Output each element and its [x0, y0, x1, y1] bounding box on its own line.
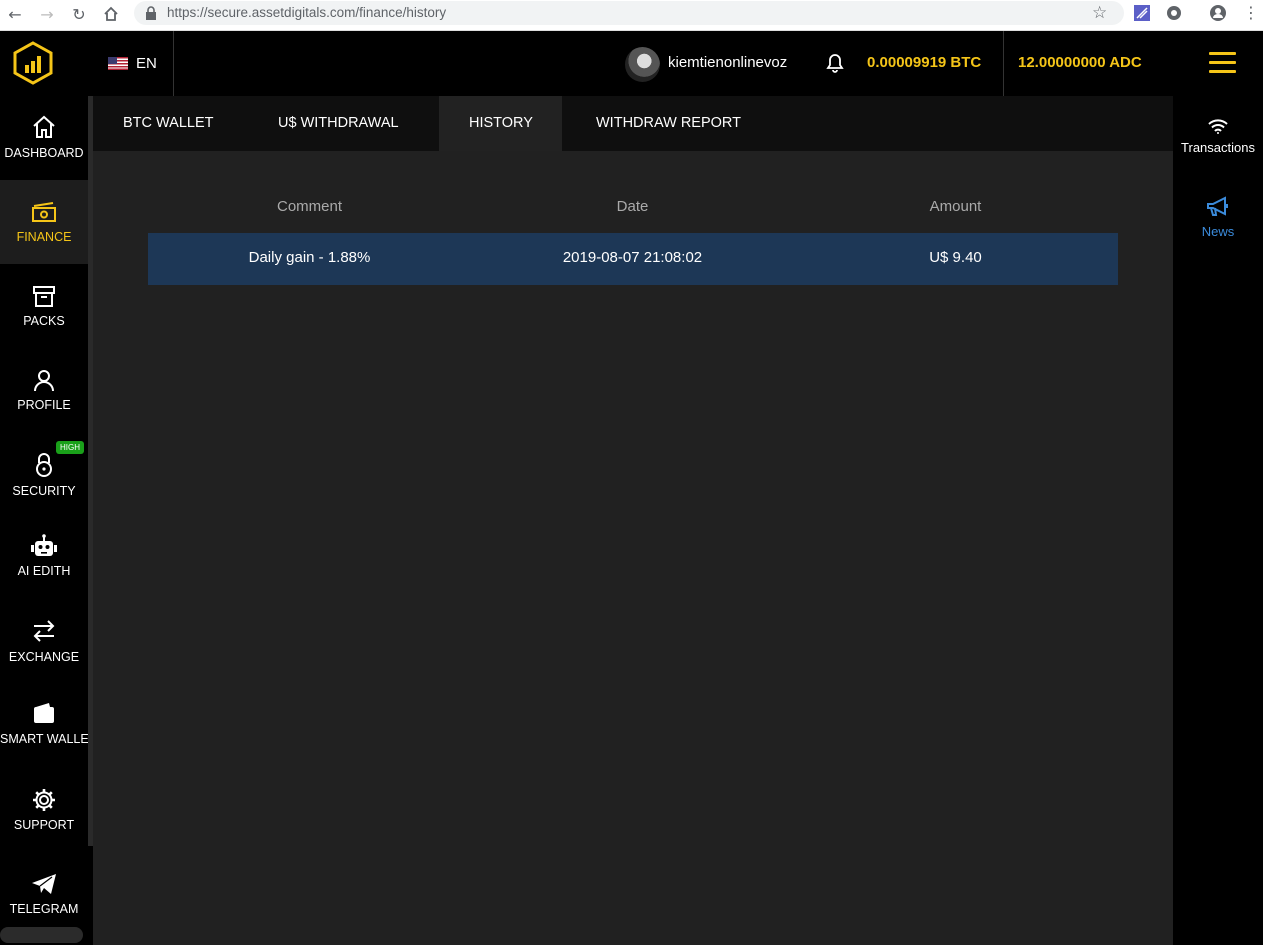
username[interactable]: kiemtienonlinevoz — [668, 54, 787, 71]
tab-bar: BTC WALLET U$ WITHDRAWAL HISTORY WITHDRA… — [93, 96, 1173, 151]
logo[interactable] — [12, 41, 54, 85]
right-sidebar: Transactions News — [1173, 96, 1263, 945]
sidebar-item-exchange[interactable]: EXCHANGE — [0, 600, 88, 690]
column-header-amount: Amount — [929, 198, 982, 215]
sidebar-item-finance[interactable]: FINANCE — [0, 180, 88, 264]
sidebar-item-security[interactable]: HIGH SECURITY — [0, 432, 88, 516]
sidebar-item-ai-edith[interactable]: AI EDITH — [0, 516, 88, 600]
divider — [1003, 31, 1004, 96]
sidebar-item-label: SMART WALLET — [0, 732, 97, 746]
gear-icon — [33, 789, 55, 811]
megaphone-icon — [1207, 196, 1228, 216]
exchange-icon — [33, 620, 55, 642]
divider — [173, 31, 174, 96]
menu-icon[interactable] — [1209, 52, 1236, 74]
extension-circle-icon[interactable] — [1166, 5, 1182, 21]
bookmark-star-icon[interactable]: ☆ — [1092, 3, 1107, 23]
sidebar: DASHBOARD FINANCE PACKS PROFILE HIGH SEC… — [0, 96, 97, 945]
reload-icon[interactable]: ↻ — [68, 3, 90, 25]
avatar[interactable] — [625, 47, 660, 82]
sidebar-item-telegram[interactable]: TELEGRAM — [0, 864, 88, 924]
tab-withdraw-report[interactable]: WITHDRAW REPORT — [566, 96, 771, 151]
tab-withdrawal[interactable]: U$ WITHDRAWAL — [248, 96, 429, 151]
main-content: BTC WALLET U$ WITHDRAWAL HISTORY WITHDRA… — [93, 96, 1173, 945]
telegram-icon — [32, 874, 56, 894]
sidebar-item-label: SUPPORT — [13, 818, 75, 832]
archive-icon — [33, 286, 55, 307]
wifi-icon — [1208, 119, 1228, 134]
transactions-link[interactable]: Transactions — [1173, 118, 1263, 155]
address-bar[interactable]: https://secure.assetdigitals.com/finance… — [134, 1, 1124, 25]
sidebar-item-dashboard[interactable]: DASHBOARD — [0, 96, 88, 180]
adc-balance: 12.00000000 ADC — [1018, 54, 1142, 71]
sidebar-item-packs[interactable]: PACKS — [0, 264, 88, 348]
sidebar-item-smart-wallet[interactable]: SMART WALLET — [0, 690, 97, 780]
back-arrow-icon[interactable]: ← — [4, 3, 26, 25]
sidebar-item-profile[interactable]: PROFILE — [0, 348, 88, 432]
url-text: https://secure.assetdigitals.com/finance… — [167, 5, 447, 20]
browser-toolbar: ← → ↻ https://secure.assetdigitals.com/f… — [0, 0, 1263, 31]
us-flag-icon — [108, 57, 128, 70]
column-header-date: Date — [616, 198, 649, 215]
sidebar-item-label: TELEGRAM — [9, 902, 79, 916]
column-header-comment: Comment — [276, 198, 343, 215]
transactions-label: Transactions — [1181, 140, 1255, 155]
sidebar-item-label: SECURITY — [12, 484, 76, 498]
sidebar-item-label: PACKS — [23, 314, 65, 328]
forward-arrow-icon[interactable]: → — [36, 3, 58, 25]
sidebar-item-label: EXCHANGE — [8, 650, 80, 664]
sidebar-item-label: AI EDITH — [17, 564, 71, 578]
home-icon — [33, 115, 55, 138]
cell-date: 2019-08-07 21:08:02 — [562, 249, 703, 266]
account-icon[interactable] — [1210, 5, 1226, 21]
btc-balance: 0.00009919 BTC — [867, 54, 982, 71]
money-icon — [32, 202, 56, 222]
tab-btc-wallet[interactable]: BTC WALLET — [93, 96, 244, 151]
sidebar-item-label: PROFILE — [17, 398, 71, 412]
sidebar-item-label: FINANCE — [16, 230, 72, 244]
tab-history[interactable]: HISTORY — [439, 96, 562, 151]
security-status-badge: HIGH — [56, 441, 84, 454]
news-label: News — [1201, 224, 1235, 239]
news-link[interactable]: News — [1173, 196, 1263, 239]
sidebar-item-label: DASHBOARD — [4, 146, 84, 160]
wallet-icon — [34, 703, 54, 723]
extension-icon[interactable] — [1134, 5, 1150, 21]
language-selector[interactable]: EN — [108, 55, 157, 72]
home-browser-icon[interactable] — [100, 3, 122, 25]
browser-menu-icon[interactable]: ⋮ — [1243, 3, 1259, 22]
lock-icon — [146, 6, 156, 20]
bell-icon[interactable] — [826, 53, 844, 73]
language-label: EN — [136, 55, 157, 72]
user-icon — [34, 370, 54, 392]
cell-amount: U$ 9.40 — [929, 249, 982, 266]
top-header: EN kiemtienonlinevoz 0.00009919 BTC 12.0… — [0, 31, 1263, 96]
horizontal-scrollbar[interactable] — [0, 927, 83, 943]
lock-icon — [36, 453, 52, 477]
robot-icon — [31, 534, 57, 556]
table-row[interactable]: Daily gain - 1.88% 2019-08-07 21:08:02 U… — [148, 233, 1118, 285]
cell-comment: Daily gain - 1.88% — [248, 249, 371, 266]
sidebar-item-support[interactable]: SUPPORT — [0, 780, 88, 864]
